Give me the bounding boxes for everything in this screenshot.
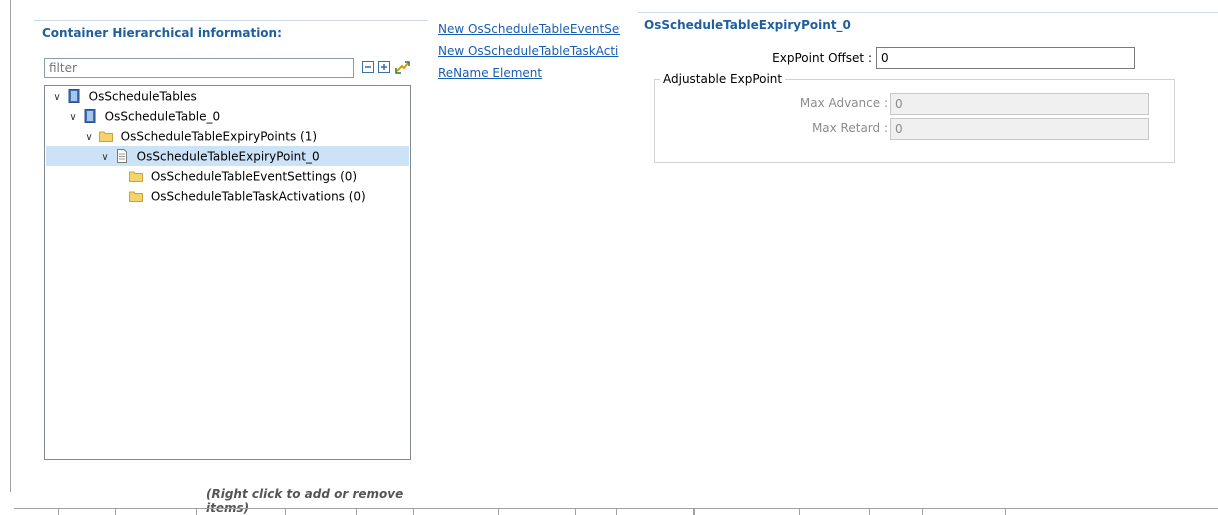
container-hierarchy-panel: Container Hierarchical information: ∨ Os… (34, 20, 428, 515)
tab[interactable] (286, 509, 357, 515)
max-advance-label: Max Advance : (799, 96, 888, 110)
window-left-border (0, 0, 11, 492)
rename-element-link[interactable]: ReName Element (438, 64, 620, 86)
tree-item-osscheduletables[interactable]: ∨ OsScheduleTables (51, 86, 197, 106)
table-icon (83, 108, 97, 123)
tree-item-osscheduletable-0[interactable]: ∨ OsScheduleTable_0 (67, 106, 220, 126)
tree-item-event-settings[interactable]: OsScheduleTableEventSettings (0) (129, 166, 357, 186)
tab[interactable] (59, 509, 116, 515)
panel-title: Container Hierarchical information: (42, 26, 282, 40)
group-title: Adjustable ExpPoint (660, 72, 786, 86)
chevron-down-icon[interactable]: ∨ (51, 88, 63, 108)
folder-icon (98, 129, 113, 143)
folder-icon (129, 169, 143, 183)
new-task-activation-link[interactable]: New OsScheduleTableTaskActi (438, 42, 620, 64)
tree-item-task-activations[interactable]: OsScheduleTableTaskActivations (0) (129, 186, 366, 206)
tab[interactable] (197, 509, 286, 515)
hierarchy-tree[interactable]: ∨ OsScheduleTables ∨ OsScheduleTable_0 ∨… (44, 85, 411, 460)
tree-item-expiry-points[interactable]: ∨ OsScheduleTableExpiryPoints (1) (83, 126, 317, 146)
tree-item-label: OsScheduleTables (88, 89, 197, 104)
tab[interactable] (923, 509, 1006, 515)
panel-top-border (638, 12, 1218, 13)
tree-item-label: OsScheduleTable_0 (104, 109, 221, 124)
panel-top-border (34, 20, 428, 24)
tree-item-expiry-point-0[interactable]: ∨ OsScheduleTableExpiryPoint_0 (46, 146, 409, 166)
tree-item-label: OsScheduleTableExpiryPoints (1) (120, 129, 318, 144)
chevron-down-icon[interactable]: ∨ (83, 128, 95, 148)
tab[interactable] (357, 509, 414, 515)
max-advance-input[interactable] (890, 93, 1149, 115)
tree-item-label: OsScheduleTableExpiryPoint_0 (136, 149, 320, 164)
tab[interactable] (414, 509, 499, 515)
chevron-down-icon[interactable]: ∨ (67, 108, 79, 128)
tab[interactable] (576, 509, 617, 515)
tab[interactable] (617, 509, 694, 515)
filter-input[interactable] (44, 58, 354, 78)
table-icon (67, 88, 81, 103)
chevron-down-icon[interactable]: ∨ (99, 148, 111, 168)
collapse-all-icon[interactable] (362, 61, 374, 73)
tab[interactable] (799, 509, 870, 515)
expand-all-icon[interactable] (378, 61, 390, 73)
folder-icon (129, 189, 143, 203)
max-retard-label: Max Retard : (811, 121, 888, 135)
tree-item-label: OsScheduleTableTaskActivations (0) (150, 189, 366, 204)
tab[interactable] (499, 509, 576, 515)
new-event-setting-link[interactable]: New OsScheduleTableEventSet (438, 20, 620, 42)
properties-title: OsScheduleTableExpiryPoint_0 (644, 18, 851, 32)
tab[interactable] (870, 509, 923, 515)
max-retard-input[interactable] (890, 118, 1149, 140)
document-icon (115, 148, 129, 163)
exp-offset-input[interactable] (876, 47, 1135, 69)
sync-link-icon[interactable] (394, 59, 410, 75)
tab[interactable] (116, 509, 197, 515)
tab[interactable] (14, 509, 59, 515)
action-links: New OsScheduleTableEventSet New OsSchedu… (438, 20, 620, 86)
exp-offset-label: ExpPoint Offset : (772, 51, 872, 65)
tab-active[interactable] (694, 509, 800, 515)
tree-item-label: OsScheduleTableEventSettings (0) (150, 169, 358, 184)
properties-panel: OsScheduleTableExpiryPoint_0 ExpPoint Of… (638, 12, 1218, 182)
